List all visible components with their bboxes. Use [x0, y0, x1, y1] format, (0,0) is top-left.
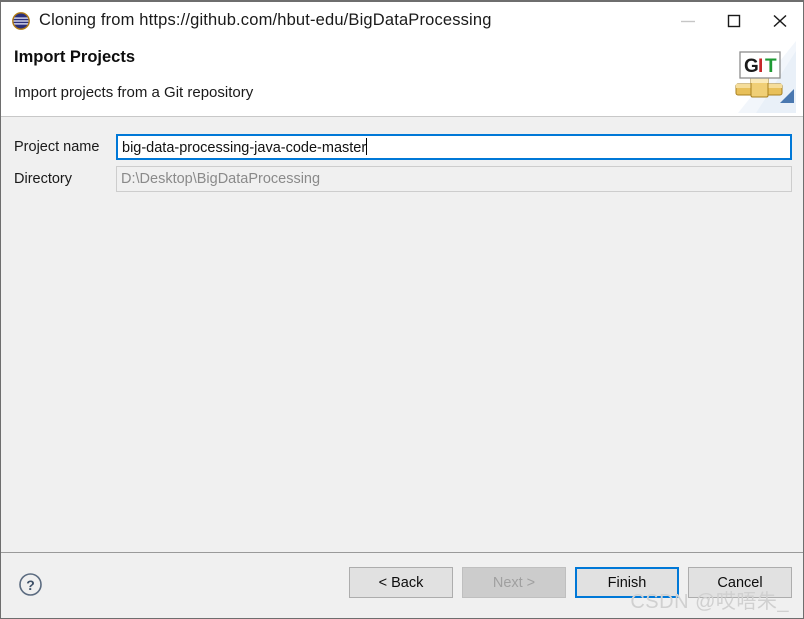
wizard-button-row: < Back Next > Finish Cancel [349, 567, 792, 598]
project-name-input[interactable]: big-data-processing-java-code-master [116, 134, 792, 160]
help-icon[interactable]: ? [18, 572, 43, 597]
page-subtitle: Import projects from a Git repository [14, 84, 254, 101]
svg-text:T: T [765, 56, 777, 77]
git-logo: G I T [722, 41, 796, 113]
wizard-footer: ? < Back Next > Finish Cancel CSDN @哎唔朱_ [1, 552, 803, 618]
text-caret [366, 138, 368, 155]
directory-input[interactable]: D:\Desktop\BigDataProcessing [116, 166, 792, 192]
svg-text:G: G [744, 56, 759, 77]
cancel-button[interactable]: Cancel [688, 567, 792, 598]
minimize-icon[interactable] [665, 2, 711, 39]
eclipse-sphere-icon [12, 11, 30, 30]
project-name-row: Project name big-data-processing-java-co… [12, 134, 792, 160]
wizard-body: Project name big-data-processing-java-co… [1, 117, 803, 552]
directory-label: Directory [14, 171, 73, 187]
finish-button[interactable]: Finish [575, 567, 679, 598]
wizard-header: Import Projects Import projects from a G… [1, 39, 803, 117]
title-bar: Cloning from https://github.com/hbut-edu… [1, 2, 803, 39]
svg-text:I: I [758, 56, 763, 77]
window-controls [665, 2, 803, 39]
project-name-label: Project name [14, 139, 100, 155]
next-button[interactable]: Next > [462, 567, 566, 598]
page-title: Import Projects [14, 48, 136, 66]
svg-text:?: ? [26, 577, 35, 593]
dialog-window: Cloning from https://github.com/hbut-edu… [0, 0, 804, 619]
maximize-icon[interactable] [711, 2, 757, 39]
project-name-value: big-data-processing-java-code-master [122, 140, 367, 156]
back-button[interactable]: < Back [349, 567, 453, 598]
directory-row: Directory D:\Desktop\BigDataProcessing [12, 166, 792, 192]
close-icon[interactable] [757, 2, 803, 39]
window-title: Cloning from https://github.com/hbut-edu… [39, 11, 492, 29]
